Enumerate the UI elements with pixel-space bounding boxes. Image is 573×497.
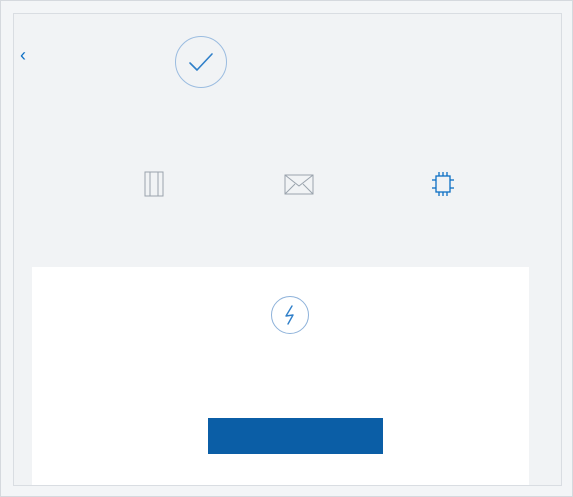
- option-service-center[interactable]: [79, 170, 229, 216]
- check-circle-icon: [175, 36, 227, 88]
- page-title: [244, 52, 474, 74]
- back-chevron-icon[interactable]: ‹: [20, 46, 38, 64]
- option-registered-mail[interactable]: [224, 170, 374, 216]
- done-button[interactable]: [208, 418, 383, 454]
- lightning-circle-icon: [271, 296, 309, 334]
- option-electronic-signature[interactable]: [368, 170, 518, 216]
- document-frame-icon: [144, 171, 164, 197]
- chip-icon: [432, 172, 454, 196]
- envelope-icon: [284, 174, 314, 195]
